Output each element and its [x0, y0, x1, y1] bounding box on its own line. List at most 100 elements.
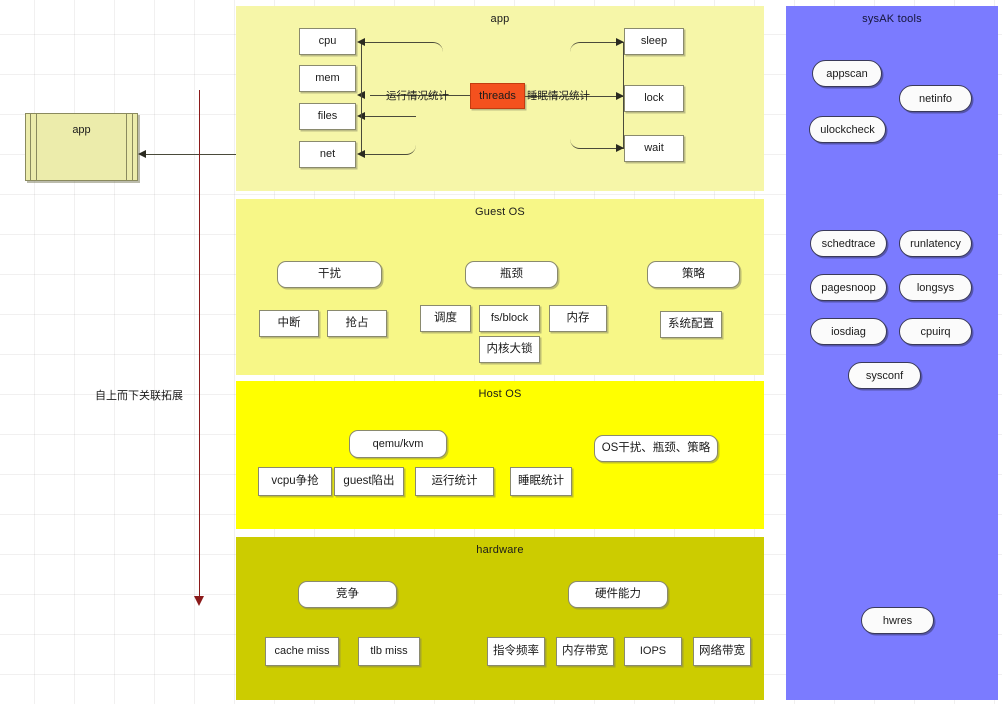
host-item-vcpu-contention[interactable]: vcpu争抢 [258, 467, 332, 496]
tool-hwres[interactable]: hwres [861, 607, 934, 634]
tool-longsys[interactable]: longsys [899, 274, 972, 301]
guest-item-big-kernel-lock[interactable]: 内核大锁 [479, 336, 540, 363]
node-cpu[interactable]: cpu [299, 28, 356, 55]
sysak-tools-title: sysAK tools [862, 13, 922, 25]
guest-group-policy-heading[interactable]: 策略 [647, 261, 740, 288]
tool-schedtrace[interactable]: schedtrace [810, 230, 887, 257]
node-threads[interactable]: threads [470, 83, 525, 109]
host-item-run-stats[interactable]: 运行统计 [415, 467, 494, 496]
tool-runlatency[interactable]: runlatency [899, 230, 972, 257]
tool-ulockcheck-label: ulockcheck [820, 123, 875, 136]
tool-runlatency-label: runlatency [910, 237, 961, 250]
layer-host-os-title: Host OS [478, 388, 522, 400]
tool-pagesnoop[interactable]: pagesnoop [810, 274, 887, 301]
hardware-item-cache-miss-label: cache miss [274, 645, 330, 658]
sysak-tools-panel: sysAK tools [786, 6, 998, 700]
arrowhead-to-sleep [616, 38, 624, 46]
tool-appscan-label: appscan [826, 67, 868, 80]
tool-sysconf[interactable]: sysconf [848, 362, 921, 389]
external-app-label: app [72, 124, 91, 136]
hardware-item-tlb-miss-label: tlb miss [370, 645, 408, 658]
node-sleep[interactable]: sleep [624, 28, 684, 55]
node-files[interactable]: files [299, 103, 356, 130]
topdown-flow-line [199, 90, 200, 600]
node-lock-label: lock [644, 92, 664, 105]
guest-item-preempt[interactable]: 抢占 [327, 310, 387, 337]
guest-item-system-config-label: 系统配置 [668, 318, 714, 331]
host-group-qemu-kvm-heading[interactable]: qemu/kvm [349, 430, 447, 458]
guest-item-fsblock[interactable]: fs/block [479, 305, 540, 332]
host-group-qemu-kvm-label: qemu/kvm [372, 437, 424, 450]
node-wait-label: wait [644, 142, 664, 155]
guest-item-scheduling[interactable]: 调度 [420, 305, 471, 332]
hardware-item-instruction-freq[interactable]: 指令频率 [487, 637, 545, 666]
elbow-threads-to-net [361, 95, 416, 155]
hardware-item-cache-miss[interactable]: cache miss [265, 637, 339, 666]
host-item-guest-exit[interactable]: guest陷出 [334, 467, 404, 496]
hardware-group-capability-label: 硬件能力 [595, 588, 641, 601]
tool-netinfo[interactable]: netinfo [899, 85, 972, 112]
tool-iosdiag-label: iosdiag [831, 325, 866, 338]
guest-item-preempt-label: 抢占 [345, 317, 369, 330]
hardware-item-iops[interactable]: IOPS [624, 637, 682, 666]
host-item-sleep-stats[interactable]: 睡眠统计 [510, 467, 572, 496]
node-wait[interactable]: wait [624, 135, 684, 162]
guest-item-interrupt[interactable]: 中断 [259, 310, 319, 337]
layer-hardware: hardware [236, 537, 764, 700]
layer-guest-os-title: Guest OS [475, 206, 525, 218]
elbow-threads-to-wait [570, 96, 624, 149]
guest-item-big-kernel-lock-label: 内核大锁 [486, 343, 533, 356]
hardware-group-contention-heading[interactable]: 竞争 [298, 581, 397, 608]
tool-appscan[interactable]: appscan [812, 60, 882, 87]
hardware-group-capability-heading[interactable]: 硬件能力 [568, 581, 668, 608]
guest-group-interference-heading[interactable]: 干扰 [277, 261, 382, 288]
hardware-group-contention-label: 竞争 [336, 588, 359, 601]
edge-label-sleep-stats: 睡眠情况统计 [527, 90, 590, 102]
host-group-os-issues-label: OS干扰、瓶颈、策略 [601, 442, 711, 455]
node-mem[interactable]: mem [299, 65, 356, 92]
node-net-label: net [319, 148, 336, 161]
node-sleep-label: sleep [640, 35, 668, 48]
tool-sysconf-label: sysconf [865, 369, 904, 382]
guest-item-scheduling-label: 调度 [434, 312, 457, 325]
hardware-item-tlb-miss[interactable]: tlb miss [358, 637, 420, 666]
hardware-item-network-bandwidth-label: 网络带宽 [699, 645, 745, 658]
arrowhead-to-wait [616, 144, 624, 152]
tool-schedtrace-label: schedtrace [821, 237, 876, 250]
hardware-item-instruction-freq-label: 指令频率 [493, 645, 539, 658]
edge-label-runtime-stats: 运行情况统计 [386, 90, 449, 102]
hardware-item-iops-label: IOPS [639, 645, 667, 658]
node-lock[interactable]: lock [624, 85, 684, 112]
hardware-item-network-bandwidth[interactable]: 网络带宽 [693, 637, 751, 666]
host-group-os-issues-heading[interactable]: OS干扰、瓶颈、策略 [594, 435, 718, 462]
external-app-component[interactable]: app [25, 113, 138, 181]
tool-pagesnoop-label: pagesnoop [821, 281, 876, 294]
node-threads-label: threads [479, 89, 516, 102]
host-item-run-stats-label: 运行统计 [431, 475, 478, 488]
layer-app-title: app [490, 13, 510, 25]
topdown-flow-label: 自上而下关联拓展 [95, 390, 183, 402]
guest-item-fsblock-label: fs/block [490, 312, 529, 325]
host-item-guest-exit-label: guest陷出 [343, 475, 395, 488]
guest-group-bottleneck-heading[interactable]: 瓶颈 [465, 261, 558, 288]
guest-group-interference-label: 干扰 [318, 268, 341, 281]
hardware-item-memory-bandwidth[interactable]: 内存带宽 [556, 637, 614, 666]
arrowhead-to-app-component [138, 150, 146, 158]
tool-iosdiag[interactable]: iosdiag [810, 318, 887, 345]
host-item-sleep-stats-label: 睡眠统计 [518, 475, 564, 488]
guest-item-memory-label: 内存 [566, 312, 590, 325]
guest-item-system-config[interactable]: 系统配置 [660, 311, 722, 338]
tool-netinfo-label: netinfo [918, 92, 953, 105]
tool-longsys-label: longsys [916, 281, 955, 294]
arrowhead-to-cpu [357, 38, 365, 46]
node-cpu-label: cpu [318, 35, 337, 48]
guest-item-memory[interactable]: 内存 [549, 305, 607, 332]
tool-cpuirq-label: cpuirq [920, 325, 951, 338]
tool-hwres-label: hwres [882, 614, 913, 627]
node-files-label: files [317, 110, 338, 123]
tool-cpuirq[interactable]: cpuirq [899, 318, 972, 345]
tool-ulockcheck[interactable]: ulockcheck [809, 116, 886, 143]
guest-item-interrupt-label: 中断 [277, 317, 301, 330]
layer-hardware-title: hardware [476, 544, 524, 556]
node-net[interactable]: net [299, 141, 356, 168]
